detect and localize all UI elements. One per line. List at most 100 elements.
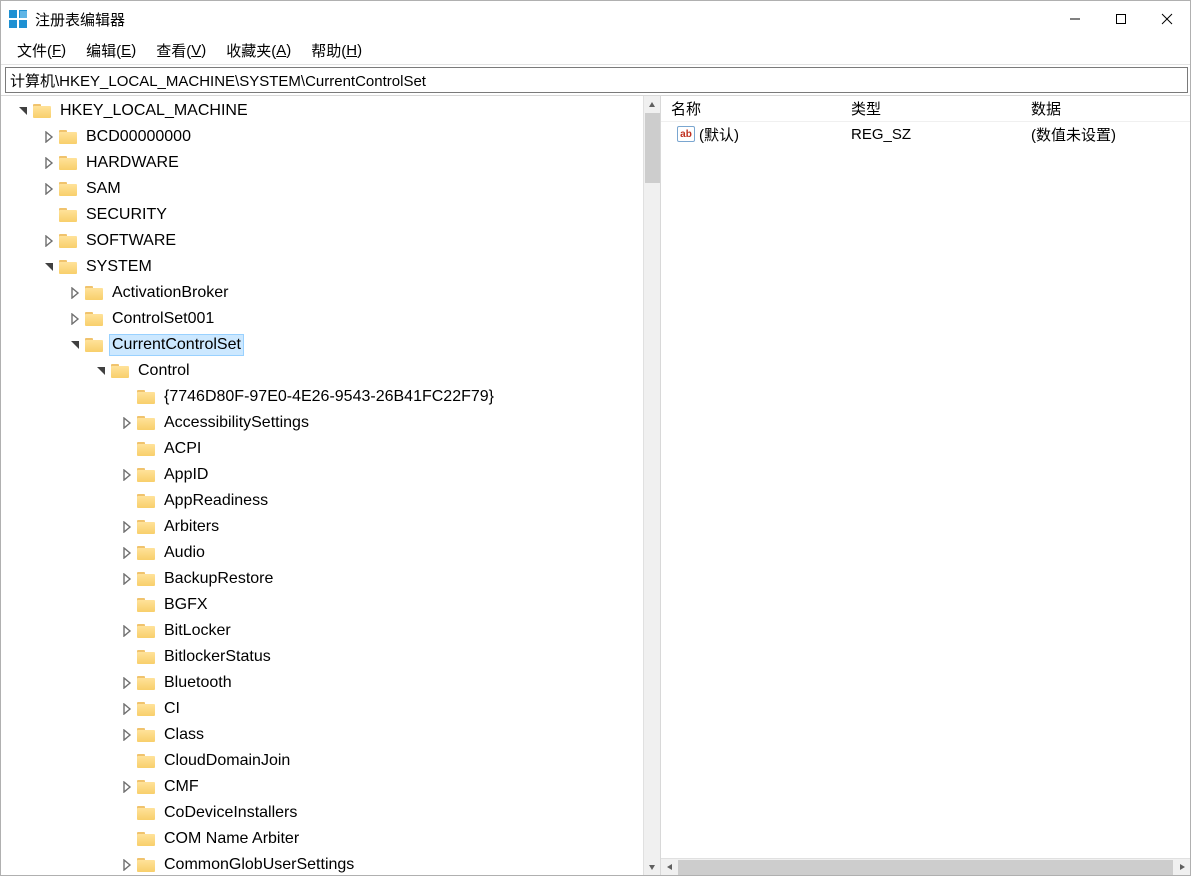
scroll-down-icon[interactable] <box>644 858 661 875</box>
expander-placeholder <box>119 805 135 821</box>
values-list[interactable]: ab(默认)REG_SZ(数值未设置) <box>661 122 1190 858</box>
tree-item[interactable]: ControlSet001 <box>9 306 643 332</box>
menu-查看[interactable]: 查看(V) <box>146 37 216 64</box>
chevron-right-icon[interactable] <box>119 779 135 795</box>
address-bar[interactable]: 计算机\HKEY_LOCAL_MACHINE\SYSTEM\CurrentCon… <box>5 67 1188 93</box>
value-row[interactable]: ab(默认)REG_SZ(数值未设置) <box>661 122 1190 146</box>
folder-icon <box>137 754 155 768</box>
tree-item-label: SYSTEM <box>83 256 155 278</box>
values-header: 名称 类型 数据 <box>661 96 1190 122</box>
menu-文件[interactable]: 文件(F) <box>7 37 76 64</box>
expander-placeholder <box>119 831 135 847</box>
scroll-thumb[interactable] <box>645 113 660 183</box>
tree-item-label: Class <box>161 724 207 746</box>
tree-item[interactable]: AppID <box>9 462 643 488</box>
column-data[interactable]: 数据 <box>1021 96 1190 121</box>
tree-item[interactable]: HKEY_LOCAL_MACHINE <box>9 98 643 124</box>
folder-icon <box>137 468 155 482</box>
folder-icon <box>137 390 155 404</box>
titlebar[interactable]: 注册表编辑器 <box>1 1 1190 37</box>
tree-item[interactable]: CommonGlobUserSettings <box>9 852 643 875</box>
chevron-right-icon[interactable] <box>41 129 57 145</box>
tree-item-label: SOFTWARE <box>83 230 179 252</box>
tree-item[interactable]: Control <box>9 358 643 384</box>
tree-item[interactable]: CI <box>9 696 643 722</box>
tree-item[interactable]: Class <box>9 722 643 748</box>
folder-icon <box>137 806 155 820</box>
tree-item[interactable]: {7746D80F-97E0-4E26-9543-26B41FC22F79} <box>9 384 643 410</box>
chevron-down-icon[interactable] <box>93 363 109 379</box>
expander-placeholder <box>119 649 135 665</box>
tree-item[interactable]: BackupRestore <box>9 566 643 592</box>
tree-item[interactable]: SYSTEM <box>9 254 643 280</box>
chevron-right-icon[interactable] <box>119 467 135 483</box>
tree-item[interactable]: BCD00000000 <box>9 124 643 150</box>
tree-vertical-scrollbar[interactable] <box>643 96 660 875</box>
tree-item[interactable]: Audio <box>9 540 643 566</box>
tree-item-label: HKEY_LOCAL_MACHINE <box>57 100 251 122</box>
menu-编辑[interactable]: 编辑(E) <box>76 37 146 64</box>
folder-icon <box>85 312 103 326</box>
column-type[interactable]: 类型 <box>841 96 1021 121</box>
chevron-right-icon[interactable] <box>119 415 135 431</box>
registry-tree: HKEY_LOCAL_MACHINEBCD00000000HARDWARESAM… <box>1 96 643 875</box>
chevron-down-icon[interactable] <box>15 103 31 119</box>
chevron-right-icon[interactable] <box>119 623 135 639</box>
tree-item[interactable]: BitlockerStatus <box>9 644 643 670</box>
scroll-left-icon[interactable] <box>661 859 678 876</box>
tree-item[interactable]: CoDeviceInstallers <box>9 800 643 826</box>
tree-item[interactable]: AccessibilitySettings <box>9 410 643 436</box>
chevron-right-icon[interactable] <box>119 545 135 561</box>
folder-icon <box>59 208 77 222</box>
chevron-right-icon[interactable] <box>119 857 135 873</box>
tree-item[interactable]: COM Name Arbiter <box>9 826 643 852</box>
chevron-right-icon[interactable] <box>119 571 135 587</box>
folder-icon <box>137 520 155 534</box>
chevron-right-icon[interactable] <box>67 311 83 327</box>
chevron-right-icon[interactable] <box>119 701 135 717</box>
tree-item-label: HARDWARE <box>83 152 182 174</box>
tree-item[interactable]: CurrentControlSet <box>9 332 643 358</box>
scroll-right-icon[interactable] <box>1173 859 1190 876</box>
tree-item-label: CMF <box>161 776 202 798</box>
tree-item[interactable]: Bluetooth <box>9 670 643 696</box>
tree-item[interactable]: HARDWARE <box>9 150 643 176</box>
tree-item[interactable]: AppReadiness <box>9 488 643 514</box>
chevron-down-icon[interactable] <box>41 259 57 275</box>
scroll-thumb[interactable] <box>678 860 1173 875</box>
tree-item[interactable]: ActivationBroker <box>9 280 643 306</box>
tree-item-label: BGFX <box>161 594 211 616</box>
tree-item[interactable]: BitLocker <box>9 618 643 644</box>
tree-item-label: Bluetooth <box>161 672 235 694</box>
chevron-down-icon[interactable] <box>67 337 83 353</box>
chevron-right-icon[interactable] <box>41 181 57 197</box>
tree-viewport[interactable]: HKEY_LOCAL_MACHINEBCD00000000HARDWARESAM… <box>1 96 643 875</box>
folder-icon <box>85 338 103 352</box>
chevron-right-icon[interactable] <box>119 727 135 743</box>
chevron-right-icon[interactable] <box>41 233 57 249</box>
tree-item[interactable]: ACPI <box>9 436 643 462</box>
column-name[interactable]: 名称 <box>661 96 841 121</box>
tree-item[interactable]: CloudDomainJoin <box>9 748 643 774</box>
tree-item[interactable]: SAM <box>9 176 643 202</box>
menu-帮助[interactable]: 帮助(H) <box>301 37 372 64</box>
scroll-up-icon[interactable] <box>644 96 661 113</box>
folder-icon <box>59 130 77 144</box>
tree-item[interactable]: SECURITY <box>9 202 643 228</box>
tree-item[interactable]: BGFX <box>9 592 643 618</box>
menu-收藏夹[interactable]: 收藏夹(A) <box>216 37 301 64</box>
values-horizontal-scrollbar[interactable] <box>661 858 1190 875</box>
folder-icon <box>137 572 155 586</box>
tree-item[interactable]: Arbiters <box>9 514 643 540</box>
tree-item[interactable]: CMF <box>9 774 643 800</box>
tree-item-label: ACPI <box>161 438 204 460</box>
chevron-right-icon[interactable] <box>41 155 57 171</box>
chevron-right-icon[interactable] <box>119 519 135 535</box>
chevron-right-icon[interactable] <box>67 285 83 301</box>
string-value-icon: ab <box>677 126 695 142</box>
maximize-button[interactable] <box>1098 1 1144 37</box>
tree-item[interactable]: SOFTWARE <box>9 228 643 254</box>
chevron-right-icon[interactable] <box>119 675 135 691</box>
minimize-button[interactable] <box>1052 1 1098 37</box>
close-button[interactable] <box>1144 1 1190 37</box>
